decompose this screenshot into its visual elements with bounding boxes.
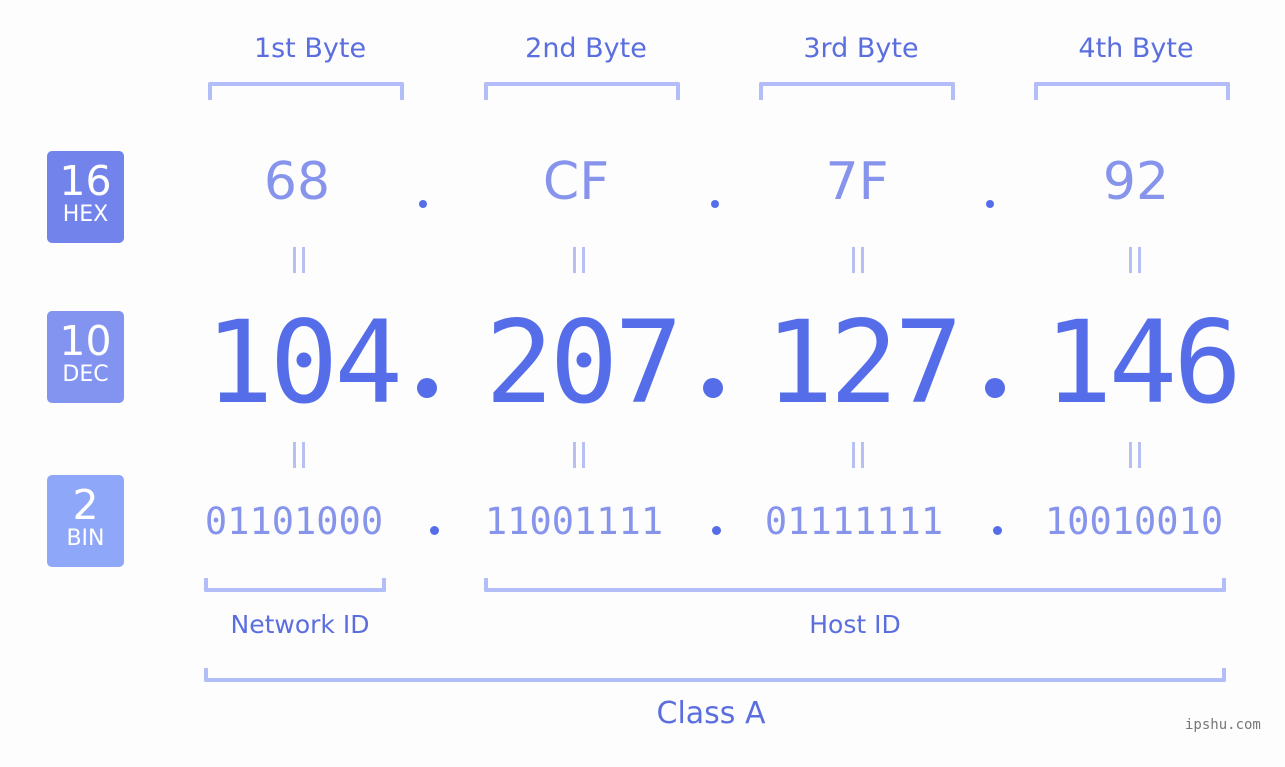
- equals-icon: [1127, 442, 1143, 468]
- dec-dot-3: [985, 378, 1005, 398]
- bin-dot-1: [430, 526, 439, 535]
- equals-icon: [291, 442, 307, 468]
- bin-dot-2: [712, 526, 721, 535]
- bin-label: BIN: [66, 526, 105, 551]
- byte-header-3: 3rd Byte: [803, 33, 919, 64]
- bin-dot-3: [993, 526, 1002, 535]
- byte-bracket-1: [208, 82, 404, 100]
- class-label: Class A: [656, 696, 766, 731]
- bin-byte-3: 01111111: [764, 500, 944, 543]
- bin-base: 2: [72, 481, 99, 529]
- dec-base: 10: [59, 317, 112, 365]
- host-id-bracket: [484, 578, 1226, 592]
- hex-base: 16: [59, 157, 112, 205]
- byte-header-4: 4th Byte: [1078, 33, 1194, 64]
- dec-byte-2: 207: [485, 296, 683, 429]
- byte-header-2: 2nd Byte: [525, 33, 647, 64]
- hex-byte-4: 92: [1102, 152, 1170, 212]
- dec-badge: 10 DEC: [47, 311, 124, 403]
- hex-label: HEX: [62, 202, 109, 227]
- bin-badge: 2 BIN: [47, 475, 124, 567]
- byte-bracket-3: [759, 82, 955, 100]
- byte-bracket-4: [1034, 82, 1230, 100]
- dec-byte-4: 146: [1044, 296, 1242, 429]
- host-id-label: Host ID: [809, 610, 901, 639]
- equals-icon: [571, 247, 587, 273]
- bin-byte-4: 10010010: [1044, 500, 1224, 543]
- dec-label: DEC: [62, 362, 109, 387]
- class-bracket: [204, 668, 1226, 682]
- hex-byte-3: 7F: [825, 152, 889, 212]
- byte-header-1: 1st Byte: [253, 33, 367, 64]
- hex-dot-2: [711, 200, 719, 208]
- network-id-bracket: [204, 578, 386, 592]
- dec-dot-2: [703, 378, 723, 398]
- dec-dot-1: [417, 378, 437, 398]
- hex-byte-2: CF: [542, 152, 610, 212]
- hex-dot-3: [986, 200, 994, 208]
- equals-icon: [850, 442, 866, 468]
- equals-icon: [1127, 247, 1143, 273]
- equals-icon: [291, 247, 307, 273]
- watermark: ipshu.com: [1185, 717, 1261, 733]
- dec-byte-3: 127: [765, 296, 963, 429]
- hex-byte-1: 68: [263, 152, 331, 212]
- bin-byte-2: 11001111: [484, 500, 664, 543]
- hex-badge: 16 HEX: [47, 151, 124, 243]
- dec-byte-1: 104: [205, 296, 403, 429]
- network-id-label: Network ID: [230, 610, 370, 639]
- byte-bracket-2: [484, 82, 680, 100]
- hex-dot-1: [419, 200, 427, 208]
- bin-byte-1: 01101000: [204, 500, 384, 543]
- equals-icon: [850, 247, 866, 273]
- equals-icon: [571, 442, 587, 468]
